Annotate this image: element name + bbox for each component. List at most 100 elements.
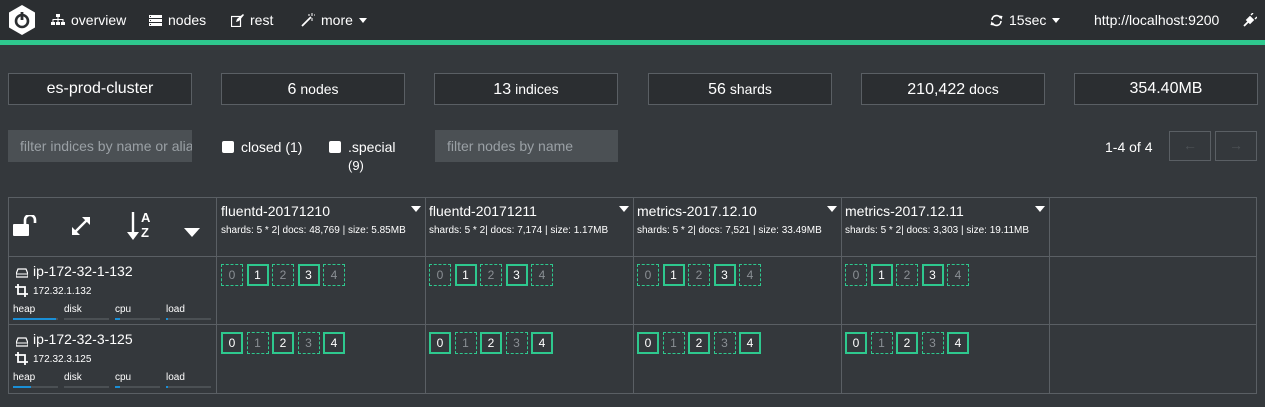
- shards-stat: 56 shards: [648, 73, 832, 105]
- primary-shard[interactable]: 1: [246, 264, 269, 286]
- index-menu-caret-icon[interactable]: [1035, 206, 1045, 212]
- sort-alpha-icon[interactable]: A Z: [127, 210, 157, 243]
- nav-overview-label: overview: [71, 12, 127, 28]
- pagination-info: 1-4 of 4: [1105, 139, 1153, 155]
- index-menu-caret-icon[interactable]: [411, 206, 421, 212]
- node-name[interactable]: ip-172-32-1-132: [33, 263, 133, 279]
- nodes-count-label: nodes: [300, 81, 339, 97]
- replica-shard[interactable]: 2: [272, 264, 294, 286]
- index-name[interactable]: metrics-2017.12.11: [845, 203, 964, 219]
- replica-shard[interactable]: 3: [713, 332, 736, 354]
- special-checkbox[interactable]: [329, 141, 341, 153]
- host-url[interactable]: http://localhost:9200: [1094, 0, 1219, 40]
- navbar-accent-line: [0, 40, 1265, 45]
- index-name[interactable]: fluentd-20171210: [221, 203, 330, 219]
- replica-shard[interactable]: 2: [480, 264, 502, 286]
- caret-down-icon: [1052, 17, 1061, 23]
- index-name[interactable]: fluentd-20171211: [429, 203, 537, 219]
- replica-shard[interactable]: 0: [429, 264, 451, 286]
- cpu-bar: [115, 386, 160, 388]
- primary-shard[interactable]: 2: [272, 332, 294, 354]
- heap-bar-fill: [13, 386, 31, 388]
- replica-shard[interactable]: 1: [870, 332, 893, 354]
- cerebro-logo-icon[interactable]: [7, 4, 37, 41]
- replica-shard[interactable]: 0: [845, 264, 867, 286]
- replica-shard[interactable]: 4: [323, 264, 345, 286]
- primary-shard[interactable]: 1: [870, 264, 893, 286]
- table-divider: [633, 197, 634, 394]
- previous-page-button[interactable]: ←: [1169, 131, 1211, 161]
- primary-shard[interactable]: 0: [221, 332, 243, 354]
- replica-shard[interactable]: 1: [454, 332, 477, 354]
- primary-shard[interactable]: 0: [845, 332, 867, 354]
- index-menu-caret-icon[interactable]: [619, 206, 629, 212]
- nav-more-label: more: [321, 12, 353, 28]
- heap-label: heap: [13, 304, 36, 315]
- replica-shard[interactable]: 3: [921, 332, 944, 354]
- crop-icon: [15, 352, 28, 370]
- next-page-button[interactable]: →: [1215, 131, 1257, 161]
- unlock-icon[interactable]: [13, 213, 39, 242]
- primary-shard[interactable]: 0: [429, 332, 451, 354]
- replica-shard[interactable]: 4: [947, 264, 969, 286]
- special-checkbox-count: (9): [348, 158, 364, 173]
- replica-shard[interactable]: 0: [221, 264, 243, 286]
- primary-shard[interactable]: 1: [662, 264, 685, 286]
- replica-shard[interactable]: 4: [739, 264, 761, 286]
- primary-shard[interactable]: 3: [297, 264, 320, 286]
- indices-count-label: indices: [515, 81, 559, 97]
- primary-shard[interactable]: 2: [480, 332, 502, 354]
- refresh-interval-dropdown[interactable]: 15sec: [990, 0, 1061, 40]
- primary-shard[interactable]: 2: [896, 332, 918, 354]
- total-size: 354.40MB: [1129, 80, 1203, 97]
- nav-overview[interactable]: overview: [51, 0, 126, 40]
- index-stats: shards: 5 * 2| docs: 7,174 | size: 1.17M…: [429, 225, 609, 236]
- index-name[interactable]: metrics-2017.12.10: [637, 203, 757, 219]
- primary-shard[interactable]: 4: [947, 332, 969, 354]
- nav-more-dropdown[interactable]: more: [301, 0, 367, 40]
- index-menu-caret-icon[interactable]: [827, 206, 837, 212]
- primary-shard[interactable]: 4: [323, 332, 345, 354]
- replica-shard[interactable]: 0: [637, 264, 659, 286]
- replica-shard[interactable]: 2: [896, 264, 918, 286]
- table-divider: [425, 197, 426, 394]
- replica-shard[interactable]: 3: [505, 332, 528, 354]
- primary-shard[interactable]: 4: [531, 332, 553, 354]
- replica-shard[interactable]: 2: [688, 264, 710, 286]
- filter-nodes-placeholder: filter nodes by name: [447, 138, 574, 154]
- primary-shard[interactable]: 0: [637, 332, 659, 354]
- disconnect-button[interactable]: [1243, 0, 1257, 40]
- table-divider: [216, 197, 217, 394]
- primary-shard[interactable]: 2: [688, 332, 710, 354]
- plug-icon: [1243, 13, 1257, 27]
- docs-stat: 210,422 docs: [861, 73, 1045, 105]
- nav-rest[interactable]: rest: [231, 0, 273, 40]
- replica-shard[interactable]: 1: [246, 332, 269, 354]
- shards-count: 56: [708, 81, 726, 98]
- primary-shard[interactable]: 3: [921, 264, 944, 286]
- replica-shard[interactable]: 1: [662, 332, 685, 354]
- disk-bar: [64, 318, 109, 320]
- sort-letter-a: A: [141, 210, 151, 225]
- filter-indices-input[interactable]: filter indices by name or aliases: [8, 130, 192, 162]
- load-bar: [166, 386, 211, 388]
- expand-icon[interactable]: [70, 215, 92, 242]
- cpu-label: cpu: [115, 372, 132, 383]
- node-name[interactable]: ip-172-32-3-125: [33, 331, 133, 347]
- primary-shard[interactable]: 3: [505, 264, 528, 286]
- primary-shard[interactable]: 4: [739, 332, 761, 354]
- primary-shard[interactable]: 3: [713, 264, 736, 286]
- primary-shard[interactable]: 1: [454, 264, 477, 286]
- server-icon: [149, 14, 162, 26]
- closed-checkbox[interactable]: [222, 141, 234, 153]
- edit-icon: [231, 13, 244, 27]
- filter-nodes-input[interactable]: filter nodes by name: [435, 130, 618, 162]
- heap-bar-fill: [13, 318, 56, 320]
- nav-nodes[interactable]: nodes: [149, 0, 206, 40]
- nav-rest-label: rest: [250, 12, 274, 28]
- replica-shard[interactable]: 3: [297, 332, 320, 354]
- replica-shard[interactable]: 4: [531, 264, 553, 286]
- index-stats: shards: 5 * 2| docs: 7,521 | size: 33.49…: [637, 225, 822, 236]
- cpu-bar: [115, 318, 160, 320]
- caret-down-icon[interactable]: [184, 224, 200, 242]
